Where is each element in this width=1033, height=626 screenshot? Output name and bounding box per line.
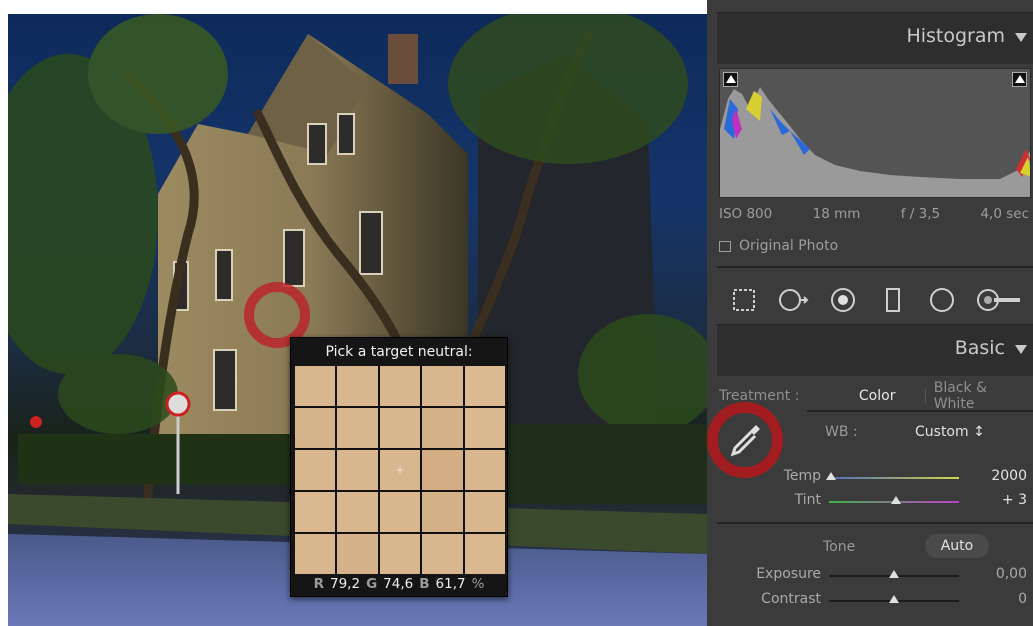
histogram-graph xyxy=(720,87,1030,197)
tint-label: Tint xyxy=(794,492,821,508)
slider-knob[interactable] xyxy=(889,570,899,578)
loupe-cell xyxy=(379,492,421,532)
slider-knob[interactable] xyxy=(891,496,901,504)
contrast-label: Contrast xyxy=(761,591,821,607)
loupe-cell xyxy=(464,534,505,574)
neutral-picker-loupe: Pick a target neutral: + R 79,2 G 74,6 B… xyxy=(290,337,508,597)
slider-knob[interactable] xyxy=(826,472,836,480)
exposure-label: Exposure xyxy=(756,566,821,582)
loupe-cell xyxy=(295,450,336,490)
temp-value[interactable]: 2000 xyxy=(991,468,1027,484)
loupe-cell xyxy=(337,450,378,490)
basic-header[interactable]: Basic xyxy=(717,324,1033,376)
loupe-cell xyxy=(337,408,378,448)
loupe-cell xyxy=(464,450,505,490)
loupe-cell xyxy=(464,492,505,532)
temp-label: Temp xyxy=(783,468,821,484)
loupe-cell xyxy=(379,408,421,448)
contrast-value[interactable]: 0 xyxy=(1018,591,1027,607)
histogram[interactable] xyxy=(719,68,1031,198)
loupe-center-cell: + xyxy=(379,450,421,490)
divider xyxy=(924,388,926,404)
contrast-row: Contrast 0 xyxy=(719,591,1031,611)
loupe-cell xyxy=(379,366,421,406)
treatment-label: Treatment : xyxy=(719,388,800,404)
iso-value: ISO 800 xyxy=(719,206,773,222)
treatment-bw-button[interactable]: Black & White xyxy=(934,380,1031,412)
develop-right-panel: Histogram ISO 800 18 mm f / 3,5 4,0 sec … xyxy=(707,0,1033,626)
aperture-value: f / 3,5 xyxy=(900,206,941,222)
wb-picker-highlight xyxy=(707,402,783,478)
tint-row: Tint + 3 xyxy=(719,492,1031,512)
b-label: B xyxy=(419,576,430,592)
exposure-value[interactable]: 0,00 xyxy=(996,566,1027,582)
treatment-color-button[interactable]: Color xyxy=(838,388,917,404)
tint-slider[interactable] xyxy=(829,496,959,504)
red-eye-icon[interactable] xyxy=(827,286,859,314)
loupe-cell xyxy=(422,450,463,490)
radial-filter-icon[interactable] xyxy=(926,286,958,314)
highlight-clipping-icon[interactable] xyxy=(1012,72,1027,87)
percent-unit: % xyxy=(471,576,485,592)
histogram-header[interactable]: Histogram xyxy=(717,12,1033,64)
treatment-row: Treatment : Color Black & White xyxy=(719,380,1031,412)
loupe-pixel-grid: + xyxy=(295,366,505,574)
loupe-title: Pick a target neutral: xyxy=(325,344,473,360)
original-photo-label: Original Photo xyxy=(739,238,839,254)
loupe-cell xyxy=(422,408,463,448)
photo-preview[interactable]: Pick a target neutral: + R 79,2 G 74,6 B… xyxy=(8,14,707,626)
r-label: R xyxy=(313,576,324,592)
temp-slider[interactable] xyxy=(826,472,959,480)
loupe-cell xyxy=(337,492,378,532)
loupe-cell xyxy=(337,366,378,406)
loupe-cell xyxy=(379,534,421,574)
crop-icon[interactable] xyxy=(728,286,760,314)
exposure-row: Exposure 0,00 xyxy=(719,566,1031,586)
g-value: 74,6 xyxy=(383,576,414,592)
rgb-readout: R 79,2 G 74,6 B 61,7 % xyxy=(291,572,507,596)
tool-strip xyxy=(719,280,1031,320)
loupe-cell xyxy=(337,534,378,574)
g-label: G xyxy=(366,576,378,592)
loupe-cell xyxy=(295,492,336,532)
shadow-clipping-icon[interactable] xyxy=(723,72,738,87)
focal-length: 18 mm xyxy=(812,206,861,222)
loupe-cell xyxy=(295,366,336,406)
exposure-slider[interactable] xyxy=(829,570,959,578)
spot-removal-icon[interactable] xyxy=(777,286,809,314)
loupe-cell xyxy=(295,534,336,574)
shutter-speed: 4,0 sec xyxy=(980,206,1029,222)
tone-label: Tone xyxy=(823,539,856,555)
original-photo-toggle[interactable]: Original Photo xyxy=(719,238,838,254)
basic-title: Basic xyxy=(954,337,1005,359)
checkbox-icon[interactable] xyxy=(719,240,731,252)
histogram-title: Histogram xyxy=(906,25,1005,47)
loupe-cell xyxy=(422,534,463,574)
divider xyxy=(807,410,1033,412)
loupe-cell xyxy=(464,408,505,448)
slider-knob[interactable] xyxy=(889,595,899,603)
contrast-slider[interactable] xyxy=(829,595,959,603)
wb-select[interactable]: Custom ↕ xyxy=(915,424,985,440)
divider xyxy=(717,266,1033,268)
collapse-triangle-icon[interactable] xyxy=(1015,345,1027,354)
tint-value[interactable]: + 3 xyxy=(1002,492,1027,508)
r-value: 79,2 xyxy=(330,576,361,592)
divider xyxy=(717,522,1033,524)
collapse-triangle-icon[interactable] xyxy=(1015,33,1027,42)
wb-label: WB : xyxy=(825,424,858,440)
loupe-cell xyxy=(464,366,505,406)
b-value: 61,7 xyxy=(435,576,466,592)
graduated-filter-icon[interactable] xyxy=(877,286,909,314)
exif-info: ISO 800 18 mm f / 3,5 4,0 sec xyxy=(719,206,1031,222)
loupe-cell xyxy=(422,366,463,406)
auto-tone-button[interactable]: Auto xyxy=(925,534,989,558)
adjustment-brush-icon[interactable] xyxy=(976,286,1022,314)
eyedropper-icon[interactable] xyxy=(718,413,772,467)
loupe-cell xyxy=(295,408,336,448)
loupe-cell xyxy=(422,492,463,532)
